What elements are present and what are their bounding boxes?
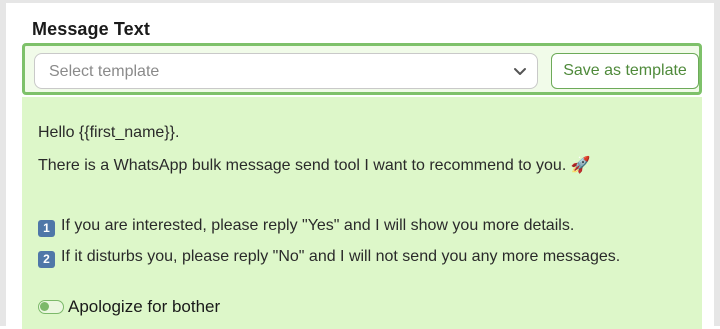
template-toolbar: Select template Save as template: [22, 43, 702, 95]
message-line-greeting: Hello {{first_name}}.: [38, 124, 180, 141]
option-1-text: If you are interested, please reply "Yes…: [61, 217, 575, 234]
apologize-toggle-row[interactable]: Apologize for bother: [38, 297, 220, 317]
message-line-option-2: 2 If it disturbs you, please reply "No" a…: [38, 248, 620, 268]
message-text-panel: Message Text Select template Save as tem…: [20, 13, 712, 329]
message-line-option-1: 1 If you are interested, please reply "Ye…: [38, 217, 574, 237]
message-line-intro: There is a WhatsApp bulk message send to…: [38, 157, 591, 174]
message-preview[interactable]: Hello {{first_name}}. There is a WhatsAp…: [22, 97, 702, 329]
template-select[interactable]: Select template: [34, 53, 538, 89]
window-frame: Message Text Select template Save as tem…: [0, 0, 720, 329]
keycap-two-icon: 2: [38, 251, 55, 268]
section-heading: Message Text: [32, 19, 150, 39]
option-2-text: If it disturbs you, please reply "No" an…: [61, 248, 621, 265]
chevron-down-icon: [514, 68, 526, 75]
apologize-toggle-label: Apologize for bother: [68, 297, 221, 316]
apologize-toggle-switch[interactable]: [38, 300, 64, 314]
keycap-one-icon: 1: [38, 220, 55, 237]
save-as-template-button[interactable]: Save as template: [551, 53, 699, 89]
toggle-knob: [40, 302, 49, 311]
template-select-placeholder: Select template: [49, 63, 160, 80]
